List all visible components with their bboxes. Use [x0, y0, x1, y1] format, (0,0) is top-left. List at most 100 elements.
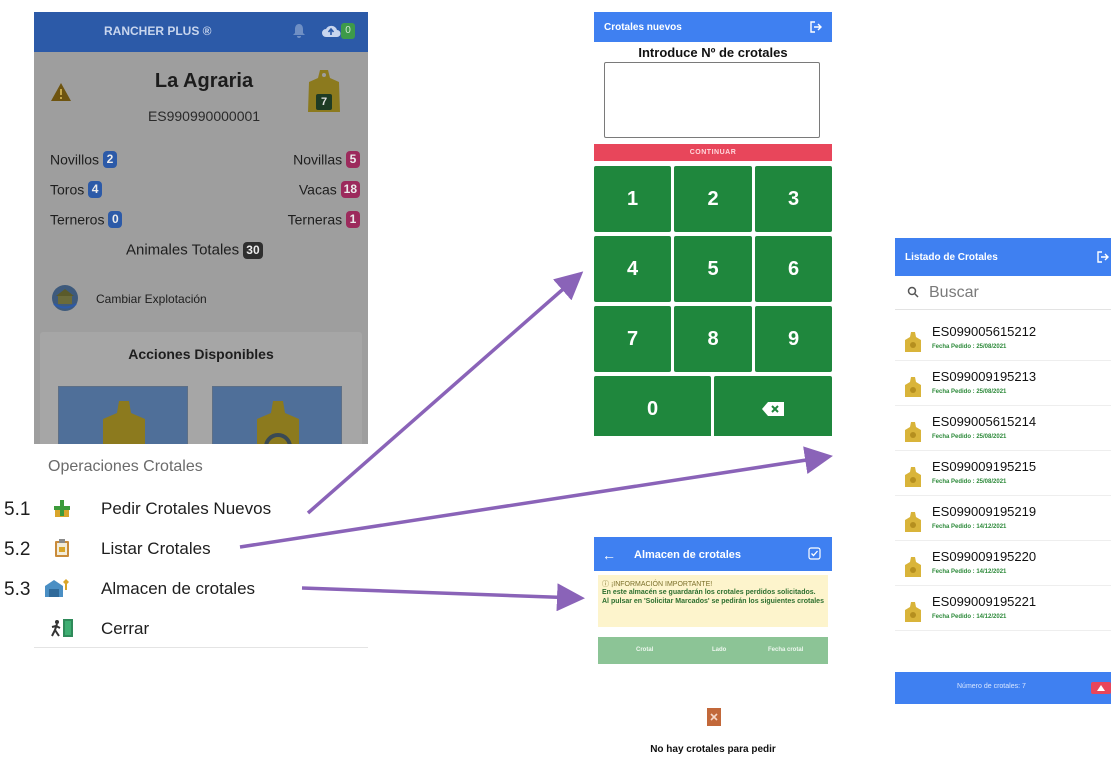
key-8[interactable]: 8 [674, 306, 752, 372]
menu-item-list-tags[interactable]: 5.2 Listar Crotales [0, 535, 320, 567]
logout-icon[interactable] [1097, 251, 1109, 263]
tag-list-header: Listado de Crotales [895, 238, 1111, 276]
stat-vacas: Vacas 18 [299, 180, 360, 198]
cloud-sync-icon[interactable] [321, 24, 341, 38]
notice-body: En este almacén se guardarán los crotale… [602, 589, 824, 605]
add-tag-icon [54, 500, 70, 517]
new-tags-screen: Crotales nuevos Introduce Nº de crotales… [594, 12, 832, 436]
ear-tag-icon [905, 332, 921, 352]
column-crotal: Crotal [636, 647, 654, 653]
empty-box-icon [707, 708, 721, 726]
menu-item-store[interactable]: 5.3 Almacen de crotales [0, 575, 320, 607]
search-input[interactable]: Buscar [929, 284, 979, 302]
stat-toros: Toros 4 [50, 180, 103, 198]
menu-number: 5.2 [4, 539, 31, 560]
ear-tag-icon [905, 512, 921, 532]
store-screen: ← Almacen de crotales ⓘ ¡INFORMACIÓN IMP… [594, 537, 832, 757]
menu-heading: Operaciones Crotales [48, 458, 203, 475]
farm-code: ES990990000001 [147, 108, 261, 124]
continue-button[interactable]: CONTINUAR [594, 144, 832, 161]
ear-tag-icon [905, 602, 921, 622]
caret-up-icon [1097, 685, 1105, 691]
count-badge: 0 [108, 210, 123, 228]
new-tags-header: Crotales nuevos [594, 12, 832, 42]
column-fecha-crotal: Fecha crotal [768, 647, 804, 653]
tag-order-date: Fecha Pedido : 25/08/2021 [932, 479, 1007, 485]
tag-list-item[interactable]: ES099005615214 Fecha Pedido : 25/08/2021 [895, 408, 1111, 451]
tag-order-date: Fecha Pedido : 14/12/2021 [932, 614, 1007, 620]
arrow-to-store [301, 583, 585, 612]
scroll-up-button[interactable] [1091, 682, 1111, 694]
tag-list-item[interactable]: ES099009195215 Fecha Pedido : 25/08/2021 [895, 453, 1111, 496]
key-0[interactable]: 0 [594, 376, 711, 436]
count-badge: 2 [102, 150, 117, 168]
tag-count-input[interactable] [604, 62, 820, 138]
menu-item-new-tags[interactable]: 5.1 Pedir Crotales Nuevos [0, 495, 320, 527]
important-notice: ⓘ ¡INFORMACIÓN IMPORTANTE! En este almac… [598, 575, 828, 627]
tag-list-item[interactable]: ES099009195219 Fecha Pedido : 14/12/2021 [895, 498, 1111, 541]
menu-label: Listar Crotales [101, 539, 211, 558]
key-6[interactable]: 6 [755, 236, 832, 302]
key-4[interactable]: 4 [594, 236, 671, 302]
tag-order-date: Fecha Pedido : 14/12/2021 [932, 569, 1007, 575]
tag-list-item[interactable]: ES099005615212 Fecha Pedido : 25/08/2021 [895, 318, 1111, 361]
search-bar[interactable]: Buscar [895, 276, 1111, 310]
checklist-icon[interactable] [808, 547, 821, 560]
empty-state-text: No hay crotales para pedir [650, 744, 776, 755]
tag-code: ES099005615214 [932, 414, 1037, 429]
key-1[interactable]: 1 [594, 166, 671, 232]
arrow-to-tag-list [239, 446, 833, 549]
key-7[interactable]: 7 [594, 306, 671, 372]
key-3[interactable]: 3 [755, 166, 832, 232]
warning-icon[interactable] [50, 82, 72, 102]
change-farm-label[interactable]: Cambiar Explotación [96, 292, 207, 306]
menu-number: 5.1 [4, 499, 31, 520]
bell-icon[interactable] [292, 23, 306, 39]
change-farm-icon[interactable] [50, 284, 80, 312]
tag-list-item[interactable]: ES099009195221 Fecha Pedido : 14/12/2021 [895, 588, 1111, 631]
back-arrow-icon[interactable]: ← [602, 547, 616, 563]
tag-code: ES099009195215 [932, 459, 1037, 474]
tag-count-label: Número de crotales: 7 [957, 683, 1026, 690]
backspace-key[interactable] [714, 376, 832, 436]
logout-icon[interactable] [810, 21, 822, 33]
exit-door-icon [51, 619, 73, 637]
tag-list-screen: Listado de Crotales Buscar ES09900561521… [895, 238, 1111, 704]
tag-code: ES099009195220 [932, 549, 1037, 564]
tag-list-item[interactable]: ES099009195220 Fecha Pedido : 14/12/2021 [895, 543, 1111, 586]
search-icon [907, 286, 919, 298]
tag-code: ES099009195219 [932, 504, 1037, 519]
stat-terneros: Terneros 0 [50, 210, 123, 228]
stat-novillos: Novillos 2 [50, 150, 117, 168]
table-header: Crotal Lado Fecha crotal [598, 637, 828, 664]
menu-number: 5.3 [4, 579, 31, 600]
ear-tag-icon [905, 377, 921, 397]
tag-order-date: Fecha Pedido : 25/08/2021 [932, 389, 1007, 395]
key-5[interactable]: 5 [674, 236, 752, 302]
menu-label: Cerrar [101, 619, 150, 638]
tag-list-item[interactable]: ES099009195213 Fecha Pedido : 25/08/2021 [895, 363, 1111, 406]
menu-label: Almacen de crotales [101, 579, 256, 598]
warehouse-icon [45, 579, 69, 597]
action-tile-list-tags[interactable] [212, 386, 342, 444]
sync-count-badge: 0 [341, 23, 355, 39]
column-lado: Lado [712, 647, 727, 653]
app-header: RANCHER PLUS ® 0 [34, 12, 368, 52]
count-badge: 5 [346, 150, 360, 168]
stat-total: Animales Totales 30 [126, 241, 263, 259]
ear-tag-icon [905, 557, 921, 577]
key-9[interactable]: 9 [755, 306, 832, 372]
app-title: RANCHER PLUS ® [104, 24, 212, 38]
stat-novillas: Novillas 5 [293, 150, 360, 168]
prompt-label: Introduce Nº de crotales [638, 45, 788, 60]
main-app-screen: RANCHER PLUS ® 0 La Agraria ES9909900000… [34, 12, 368, 444]
actions-title: Acciones Disponibles [128, 346, 274, 362]
key-2[interactable]: 2 [674, 166, 752, 232]
actions-card: Acciones Disponibles [40, 332, 362, 444]
total-badge: 30 [243, 241, 263, 259]
menu-item-close[interactable]: Cerrar [0, 615, 320, 647]
action-tile-new-tags[interactable] [58, 386, 188, 444]
menu-divider [34, 647, 368, 648]
clipboard-icon [55, 539, 69, 557]
ear-tag-icon [905, 467, 921, 487]
